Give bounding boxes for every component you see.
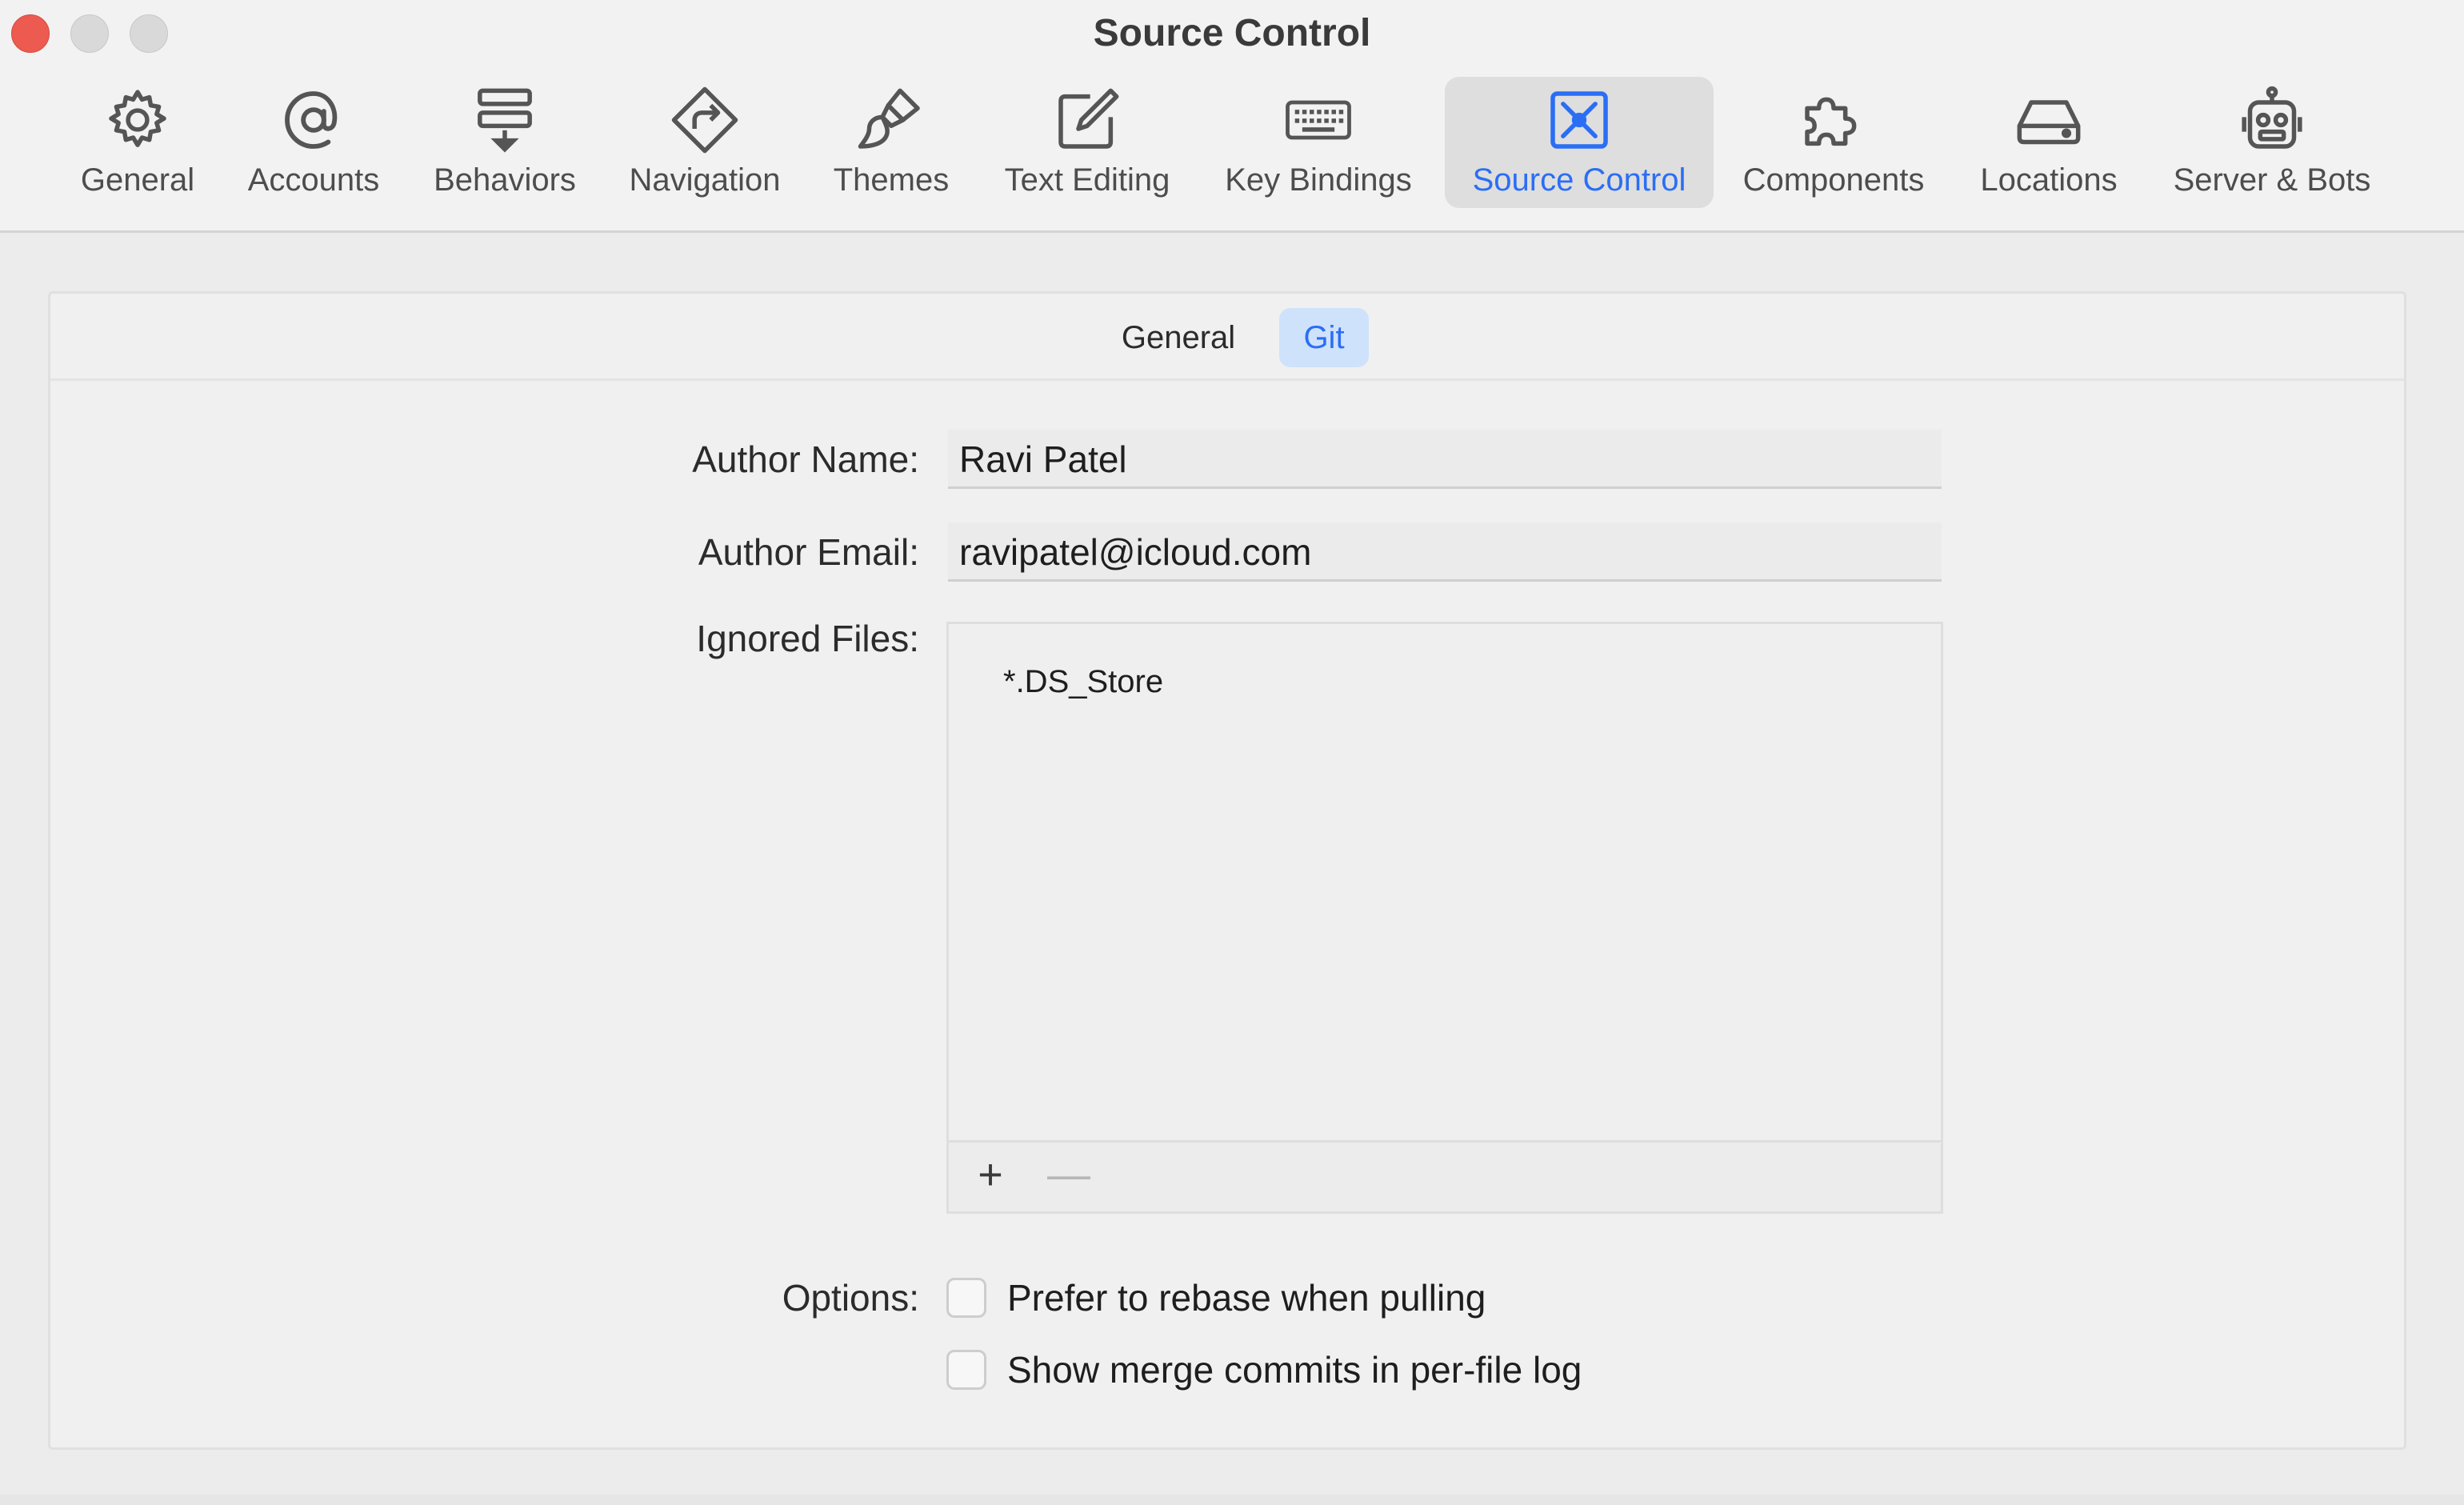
puzzle-icon [1795, 82, 1872, 158]
toolbar-item-label: Locations [1980, 162, 2118, 198]
tab-general[interactable]: General [1090, 308, 1266, 367]
source-control-panel: General Git Author Name: Ravi Patel Auth… [48, 291, 2406, 1450]
segmented-control: General Git [50, 294, 2404, 381]
toolbar-item-label: Server & Bots [2173, 162, 2371, 198]
toolbar-item-label: Themes [833, 162, 950, 198]
window-bottom-edge [0, 1495, 2464, 1505]
toolbar-item-label: Accounts [247, 162, 380, 198]
toolbar-item-components[interactable]: Components [1731, 77, 1936, 208]
toolbar-item-label: General [80, 162, 195, 198]
window-title: Source Control [1093, 12, 1371, 54]
behaviors-icon [466, 82, 543, 158]
source-control-icon [1541, 82, 1618, 158]
drive-icon [2010, 82, 2087, 158]
toolbar-item-key-bindings[interactable]: Key Bindings [1216, 77, 1421, 208]
toolbar-item-general[interactable]: General [67, 77, 208, 208]
list-footer: + — [949, 1140, 1941, 1211]
at-icon [275, 82, 352, 158]
toolbar-item-locations[interactable]: Locations [1965, 77, 2133, 208]
toolbar-item-label: Behaviors [434, 162, 576, 198]
toolbar-item-label: Text Editing [1004, 162, 1170, 198]
rebase-checkbox-label[interactable]: Prefer to rebase when pulling [1007, 1276, 1486, 1319]
toolbar-item-label: Navigation [629, 162, 781, 198]
options-label: Options: [782, 1277, 919, 1319]
list-item[interactable]: *.DS_Store [1003, 664, 1163, 700]
toolbar-item-accounts[interactable]: Accounts [237, 77, 390, 208]
rebase-checkbox[interactable] [946, 1278, 986, 1318]
toolbar-item-text-editing[interactable]: Text Editing [989, 77, 1186, 208]
author-email-field[interactable]: ravipatel@icloud.com [948, 522, 1942, 582]
add-ignored-file-button[interactable]: + [966, 1151, 1014, 1199]
merge-commits-checkbox-label[interactable]: Show merge commits in per-file log [1007, 1348, 1582, 1391]
toolbar-item-label: Key Bindings [1225, 162, 1412, 198]
author-name-field[interactable]: Ravi Patel [948, 430, 1942, 489]
window-toolbar: Source Control General Accounts Behavior… [0, 0, 2464, 233]
toolbar-item-themes[interactable]: Themes [824, 77, 958, 208]
ignored-files-list[interactable]: *.DS_Store + — [946, 622, 1943, 1214]
toolbar-item-behaviors[interactable]: Behaviors [422, 77, 587, 208]
robot-icon [2234, 82, 2310, 158]
toolbar-item-navigation[interactable]: Navigation [618, 77, 792, 208]
paintbrush-icon [853, 82, 930, 158]
toolbar-item-label: Components [1742, 162, 1925, 198]
toolbar-item-server-bots[interactable]: Server & Bots [2158, 77, 2386, 208]
preferences-window: Source Control General Accounts Behavior… [0, 0, 2464, 1505]
remove-ignored-file-button[interactable]: — [1045, 1151, 1093, 1199]
toolbar-item-source-control[interactable]: Source Control [1445, 77, 1714, 208]
pencil-square-icon [1049, 82, 1126, 158]
ignored-files-label: Ignored Files: [696, 618, 919, 659]
toolbar-item-label: Source Control [1472, 162, 1686, 198]
merge-commits-checkbox[interactable] [946, 1350, 986, 1390]
tab-git[interactable]: Git [1279, 308, 1369, 367]
navigation-icon [666, 82, 743, 158]
author-name-label: Author Name: [692, 438, 919, 480]
keyboard-icon [1280, 82, 1357, 158]
author-email-label: Author Email: [698, 531, 919, 573]
gear-icon [99, 82, 176, 158]
